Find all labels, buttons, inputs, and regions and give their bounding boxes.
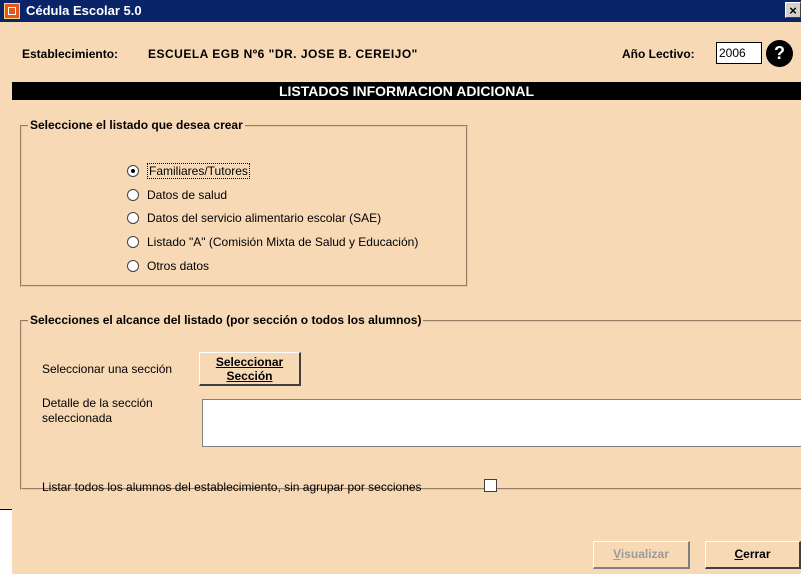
title-bar[interactable]: Cédula Escolar 5.0 × bbox=[0, 0, 801, 22]
divider-line bbox=[0, 509, 12, 510]
listing-type-group: Seleccione el listado que desea crear Fa… bbox=[20, 118, 468, 287]
close-button[interactable]: Cerrar bbox=[705, 541, 801, 569]
select-section-label: Seleccionar una sección bbox=[42, 362, 173, 376]
close-icon[interactable]: × bbox=[785, 2, 801, 18]
year-label: Año Lectivo: bbox=[622, 47, 695, 61]
establishment-value: ESCUELA EGB Nº6 "DR. JOSE B. CEREIJO" bbox=[148, 47, 418, 61]
help-icon[interactable]: ? bbox=[766, 40, 793, 67]
section-banner: LISTADOS INFORMACION ADICIONAL bbox=[12, 82, 801, 100]
visualize-button[interactable]: Visualizar bbox=[593, 541, 690, 569]
listing-group-legend: Seleccione el listado que desea crear bbox=[28, 118, 245, 132]
visualize-hotkey: V bbox=[613, 547, 621, 561]
radio-option-listado-a[interactable]: Listado "A" (Comisión Mixta de Salud y E… bbox=[127, 233, 418, 251]
radio-option-label: Listado "A" (Comisión Mixta de Salud y E… bbox=[147, 235, 419, 249]
window-title: Cédula Escolar 5.0 bbox=[26, 3, 142, 18]
radio-option-salud[interactable]: Datos de salud bbox=[127, 186, 227, 204]
radio-option-label: Datos de salud bbox=[147, 188, 228, 202]
radio-option-otros[interactable]: Otros datos bbox=[127, 257, 209, 275]
year-input[interactable] bbox=[716, 42, 762, 64]
radio-option-label: Otros datos bbox=[147, 259, 210, 273]
close-hotkey: C bbox=[734, 547, 744, 561]
close-label: errar bbox=[743, 547, 771, 561]
background-strip bbox=[0, 510, 12, 574]
establishment-label: Establecimiento: bbox=[22, 47, 119, 61]
radio-option-label: Datos del servicio alimentario escolar (… bbox=[147, 211, 382, 225]
app-window: Cédula Escolar 5.0 × Establecimiento: ES… bbox=[0, 0, 801, 574]
radio-button[interactable] bbox=[127, 260, 139, 272]
radio-button[interactable] bbox=[127, 189, 139, 201]
radio-option-sae[interactable]: Datos del servicio alimentario escolar (… bbox=[127, 209, 381, 227]
radio-option-familiares[interactable]: Familiares/Tutores bbox=[127, 162, 250, 180]
select-section-button[interactable]: Seleccionar Sección bbox=[199, 352, 301, 386]
section-detail-field[interactable] bbox=[202, 399, 801, 447]
radio-option-label: Familiares/Tutores bbox=[147, 163, 250, 179]
radio-button[interactable] bbox=[127, 236, 139, 248]
visualize-label: isualizar bbox=[620, 547, 669, 561]
scope-group: Selecciones el alcance del listado (por … bbox=[20, 313, 801, 494]
app-icon bbox=[4, 3, 20, 19]
list-all-checkbox[interactable] bbox=[484, 479, 497, 492]
scope-group-legend: Selecciones el alcance del listado (por … bbox=[28, 313, 424, 327]
select-section-button-line2: Sección bbox=[226, 369, 273, 383]
list-all-label: Listar todos los alumnos del establecimi… bbox=[42, 480, 422, 494]
section-detail-label: Detalle de la sección seleccionada bbox=[42, 396, 153, 425]
select-section-button-line1: Seleccionar bbox=[215, 355, 284, 369]
radio-button[interactable] bbox=[127, 212, 139, 224]
radio-button-checked[interactable] bbox=[127, 165, 139, 177]
